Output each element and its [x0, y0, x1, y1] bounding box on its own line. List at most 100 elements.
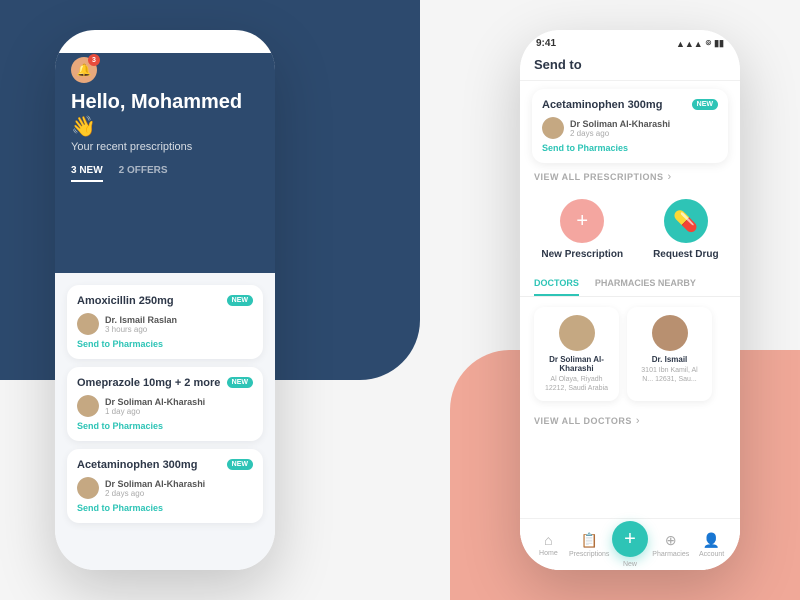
- doc-avatar-1: [559, 315, 595, 351]
- wifi-icon-right: ⌾: [706, 38, 711, 49]
- right-presc-card[interactable]: Acetaminophen 300mg NEW Dr Soliman Al-Kh…: [532, 89, 728, 163]
- presc-time-3: 2 days ago: [105, 489, 253, 498]
- time-left: 9:41: [71, 38, 91, 49]
- doctor-avatar-3: [77, 477, 99, 499]
- presc-header-1: Amoxicillin 250mg NEW: [77, 295, 253, 307]
- view-all-prescriptions-row[interactable]: VIEW ALL PRESCRIPTIONS ›: [520, 163, 740, 191]
- right-header: Send to: [520, 53, 740, 81]
- nav-prescriptions-label: Prescriptions: [569, 551, 609, 558]
- request-drug-btn-wrap: 💊 Request Drug: [653, 199, 719, 260]
- doctor-info-3: Dr Soliman Al-Kharashi 2 days ago: [105, 479, 253, 498]
- nav-plus-icon: +: [624, 528, 636, 551]
- doc-card-name-2: Dr. Ismail: [635, 355, 704, 364]
- send-link-2[interactable]: Send to Pharmacies: [77, 421, 253, 431]
- nav-new[interactable]: + New: [610, 521, 651, 568]
- notification-bell[interactable]: 🔔 3: [71, 57, 97, 83]
- new-prescription-label: New Prescription: [541, 249, 623, 260]
- prescriptions-icon: 📋: [580, 532, 597, 549]
- time-right: 9:41: [536, 38, 556, 49]
- doctor-name-3: Dr Soliman Al-Kharashi: [105, 479, 253, 489]
- prescription-card-1[interactable]: Amoxicillin 250mg NEW Dr. Ismail Raslan …: [67, 285, 263, 359]
- new-badge-3: NEW: [227, 459, 253, 470]
- left-phone: 9:41 ▲▲▲ ⌾ ▮▮ 🔔 3 Hello, Mohammed 👋 Your…: [55, 30, 275, 570]
- doctor-name-2: Dr Soliman Al-Kharashi: [105, 397, 253, 407]
- new-prescription-btn-wrap: + New Prescription: [541, 199, 623, 260]
- send-link-1[interactable]: Send to Pharmacies: [77, 339, 253, 349]
- status-icons-right: ▲▲▲ ⌾ ▮▮: [676, 38, 724, 49]
- pharmacies-icon: ⊕: [665, 532, 677, 549]
- view-all-prescriptions-text: VIEW ALL PRESCRIPTIONS: [534, 172, 664, 182]
- doc-avatar-2: [652, 315, 688, 351]
- phone-notch-right: [590, 30, 670, 52]
- status-icons-left: ▲▲▲ ⌾ ▮▮: [211, 38, 259, 49]
- new-badge-2: NEW: [227, 377, 253, 388]
- right-send-link[interactable]: Send to Pharmacies: [542, 143, 718, 153]
- signal-icon-right: ▲▲▲: [676, 39, 703, 49]
- plus-icon: +: [576, 210, 588, 233]
- signal-icon: ▲▲▲: [211, 39, 238, 49]
- right-header-text: Send to: [534, 57, 582, 72]
- nav-pharmacies[interactable]: ⊕ Pharmacies: [650, 532, 691, 558]
- tab-doctors[interactable]: DOCTORS: [534, 272, 579, 296]
- avatar-img-3: [77, 477, 99, 499]
- drug-icon: 💊: [673, 209, 698, 234]
- avatar-img-1: [77, 313, 99, 335]
- doctor-card-2[interactable]: Dr. Ismail 3101 Ibn Kamil, Al N... 12631…: [627, 307, 712, 401]
- prescription-tabs: 3 NEW 2 OFFERS: [71, 165, 259, 182]
- new-prescription-button[interactable]: +: [560, 199, 604, 243]
- right-presc-badge: NEW: [692, 99, 718, 110]
- bottom-nav: ⌂ Home 📋 Prescriptions + New ⊕ Pharmacie…: [520, 518, 740, 570]
- presc-doctor-row-3: Dr Soliman Al-Kharashi 2 days ago: [77, 477, 253, 499]
- right-phone-content: Send to Acetaminophen 300mg NEW Dr Solim…: [520, 53, 740, 570]
- nav-new-label: New: [623, 561, 637, 568]
- doctor-card-1[interactable]: Dr Soliman Al-Kharashi Al Olaya, Riyadh …: [534, 307, 619, 401]
- doctor-info-1: Dr. Ismail Raslan 3 hours ago: [105, 315, 253, 334]
- nav-prescriptions[interactable]: 📋 Prescriptions: [569, 532, 610, 558]
- view-all-prescriptions-icon: ›: [668, 171, 672, 183]
- view-all-doctors-row[interactable]: VIEW ALL DOCTORS ›: [520, 411, 740, 431]
- tab-offers[interactable]: 2 OFFERS: [119, 165, 168, 182]
- action-buttons-row: + New Prescription 💊 Request Drug: [520, 191, 740, 272]
- doc-card-address-2: 3101 Ibn Kamil, Al N... 12631, Sau...: [635, 366, 704, 384]
- nav-home[interactable]: ⌂ Home: [528, 532, 569, 557]
- right-doc-name: Dr Soliman Al-Kharashi: [570, 119, 718, 129]
- doc-card-address-1: Al Olaya, Riyadh 12212, Saudi Arabia: [542, 375, 611, 393]
- right-doc-info: Dr Soliman Al-Kharashi 2 days ago: [570, 119, 718, 138]
- right-doctor-row: Dr Soliman Al-Kharashi 2 days ago: [542, 117, 718, 139]
- doctor-avatar-2: [77, 395, 99, 417]
- doctor-info-2: Dr Soliman Al-Kharashi 1 day ago: [105, 397, 253, 416]
- home-icon: ⌂: [544, 532, 552, 548]
- view-all-doctors-text: VIEW ALL DOCTORS: [534, 416, 632, 426]
- view-all-doctors-icon: ›: [636, 415, 640, 427]
- right-doc-avatar: [542, 117, 564, 139]
- nav-pharmacies-label: Pharmacies: [652, 551, 689, 558]
- tab-pharmacies[interactable]: PHARMACIES NEARBY: [595, 272, 696, 296]
- doctor-name-1: Dr. Ismail Raslan: [105, 315, 253, 325]
- presc-doctor-row-2: Dr Soliman Al-Kharashi 1 day ago: [77, 395, 253, 417]
- prescription-card-2[interactable]: Omeprazole 10mg + 2 more NEW Dr Soliman …: [67, 367, 263, 441]
- presc-time-2: 1 day ago: [105, 407, 253, 416]
- presc-header-2: Omeprazole 10mg + 2 more NEW: [77, 377, 253, 389]
- bell-icon: 🔔: [77, 63, 92, 77]
- nav-home-label: Home: [539, 550, 558, 557]
- doctor-avatar-1: [77, 313, 99, 335]
- notification-badge: 3: [88, 54, 100, 66]
- right-presc-time: 2 days ago: [570, 129, 718, 138]
- wifi-icon: ⌾: [241, 38, 246, 49]
- prescription-card-3[interactable]: Acetaminophen 300mg NEW Dr Soliman Al-Kh…: [67, 449, 263, 523]
- left-phone-header: 🔔 3 Hello, Mohammed 👋 Your recent prescr…: [55, 53, 275, 273]
- new-badge-1: NEW: [227, 295, 253, 306]
- tab-new[interactable]: 3 NEW: [71, 165, 103, 182]
- nav-account-label: Account: [699, 551, 724, 558]
- nav-account[interactable]: 👤 Account: [691, 532, 732, 558]
- send-link-3[interactable]: Send to Pharmacies: [77, 503, 253, 513]
- nav-new-button[interactable]: +: [612, 521, 648, 557]
- avatar-img-2: [77, 395, 99, 417]
- account-icon: 👤: [703, 532, 720, 549]
- request-drug-button[interactable]: 💊: [664, 199, 708, 243]
- right-avatar-img: [542, 117, 564, 139]
- battery-icon: ▮▮: [249, 38, 259, 49]
- presc-name-3: Acetaminophen 300mg: [77, 459, 223, 471]
- greeting-text: Hello, Mohammed 👋: [71, 91, 259, 139]
- request-drug-label: Request Drug: [653, 249, 719, 260]
